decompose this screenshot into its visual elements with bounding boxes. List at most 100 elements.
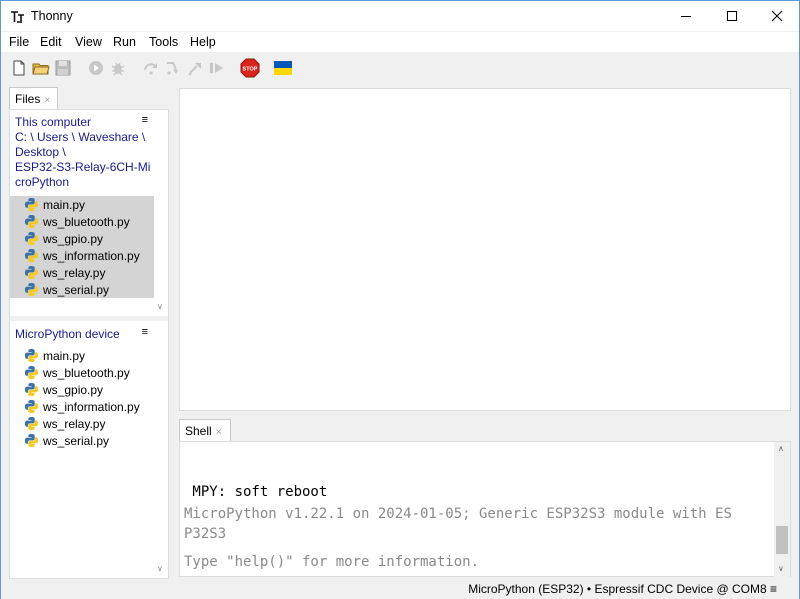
- device-menu-icon[interactable]: ≡: [142, 326, 148, 338]
- thonny-window: Thonny File Edit View Run Tools Help STO…: [0, 0, 800, 599]
- python-file-icon: [24, 214, 39, 229]
- list-item[interactable]: main.py: [10, 196, 154, 213]
- shell-scroll-thumb[interactable]: [776, 526, 788, 554]
- file-name: ws_relay.py: [43, 416, 106, 431]
- interpreter-status[interactable]: MicroPython (ESP32) • Espressif CDC Devi…: [468, 582, 777, 596]
- path-line-2[interactable]: Desktop \: [15, 145, 66, 159]
- python-file-icon: [24, 197, 39, 212]
- minimize-icon: [681, 16, 691, 17]
- menu-bar: File Edit View Run Tools Help: [1, 32, 799, 52]
- device-files-scrollbar[interactable]: ∨: [154, 321, 168, 578]
- scroll-down-icon[interactable]: ∨: [778, 564, 784, 573]
- python-file-icon: [24, 365, 39, 380]
- close-icon: [771, 10, 783, 22]
- toolbar: STOP: [1, 53, 799, 83]
- shell-output-line: P32S3: [184, 526, 227, 542]
- debug-icon[interactable]: [109, 59, 127, 77]
- file-name: ws_gpio.py: [43, 231, 104, 246]
- list-item[interactable]: ws_gpio.py: [10, 381, 154, 398]
- menu-tools[interactable]: Tools: [149, 35, 178, 49]
- shell-output-line: Type "help()" for more information.: [184, 554, 480, 570]
- python-file-icon: [24, 399, 39, 414]
- step-out-icon[interactable]: [186, 59, 204, 77]
- python-file-icon: [24, 382, 39, 397]
- device-file-list: main.py ws_bluetooth.py ws_gpio.py ws_in…: [10, 347, 154, 449]
- file-name: ws_bluetooth.py: [43, 214, 130, 229]
- close-button[interactable]: [754, 1, 800, 31]
- list-item[interactable]: ws_bluetooth.py: [10, 213, 154, 230]
- save-icon[interactable]: [54, 59, 72, 77]
- tab-shell-close-icon[interactable]: ×: [216, 427, 222, 438]
- file-name: ws_serial.py: [43, 282, 110, 297]
- shell-scrollbar[interactable]: ∧ ∨: [774, 442, 790, 578]
- tab-shell[interactable]: Shell ×: [179, 419, 231, 441]
- tab-files-close-icon[interactable]: ×: [44, 95, 50, 106]
- list-item[interactable]: ws_information.py: [10, 247, 154, 264]
- shell-panel[interactable]: MPY: soft reboot MicroPython v1.22.1 on …: [179, 441, 791, 578]
- menu-run[interactable]: Run: [113, 35, 136, 49]
- menu-file[interactable]: File: [9, 35, 29, 49]
- local-files-scrollbar[interactable]: ∨: [154, 110, 168, 316]
- device-title[interactable]: MicroPython device: [15, 327, 120, 341]
- open-file-icon[interactable]: [32, 59, 50, 77]
- list-item[interactable]: main.py: [10, 347, 154, 364]
- file-name: ws_serial.py: [43, 433, 110, 448]
- file-name: ws_relay.py: [43, 265, 106, 280]
- path-line-3[interactable]: ESP32-S3-Relay-6CH-Mi: [15, 160, 150, 174]
- shell-output-line: MicroPython v1.22.1 on 2024-01-05; Gener…: [184, 506, 732, 522]
- maximize-button[interactable]: [709, 1, 755, 31]
- scroll-down-icon[interactable]: ∨: [157, 302, 163, 311]
- file-name: ws_gpio.py: [43, 382, 104, 397]
- file-name: main.py: [43, 197, 86, 212]
- local-file-list: main.py ws_bluetooth.py ws_gpio.py ws_in…: [10, 196, 154, 298]
- flag-icon[interactable]: [274, 61, 292, 75]
- list-item[interactable]: ws_information.py: [10, 398, 154, 415]
- scroll-down-icon[interactable]: ∨: [157, 564, 163, 573]
- run-icon[interactable]: [87, 59, 105, 77]
- tab-files-label: Files: [15, 92, 41, 106]
- file-name: ws_information.py: [43, 399, 140, 414]
- list-item[interactable]: ws_relay.py: [10, 415, 154, 432]
- new-file-icon[interactable]: [10, 59, 28, 77]
- stop-label: STOP: [243, 67, 258, 73]
- menu-view[interactable]: View: [75, 35, 102, 49]
- list-item[interactable]: ws_relay.py: [10, 264, 154, 281]
- tab-shell-label: Shell: [185, 424, 212, 438]
- file-name: ws_bluetooth.py: [43, 365, 130, 380]
- scroll-up-icon[interactable]: ∧: [778, 444, 784, 453]
- python-file-icon: [24, 265, 39, 280]
- list-item[interactable]: ws_gpio.py: [10, 230, 154, 247]
- this-computer-menu-icon[interactable]: ≡: [142, 114, 148, 126]
- list-item[interactable]: ws_serial.py: [10, 432, 154, 449]
- shell-output-line: MPY: soft reboot: [184, 484, 328, 500]
- file-name: ws_information.py: [43, 248, 140, 263]
- maximize-icon: [727, 11, 737, 21]
- list-item[interactable]: ws_bluetooth.py: [10, 364, 154, 381]
- list-item[interactable]: ws_serial.py: [10, 281, 154, 298]
- files-panel: This computer ≡ C: \ Users \ Waveshare \…: [9, 109, 169, 579]
- python-file-icon: [24, 433, 39, 448]
- title-bar: Thonny: [1, 1, 799, 31]
- pane-divider[interactable]: [10, 316, 168, 321]
- window-title: Thonny: [31, 9, 73, 23]
- python-file-icon: [24, 282, 39, 297]
- menu-edit[interactable]: Edit: [40, 35, 62, 49]
- this-computer-title[interactable]: This computer: [15, 115, 91, 129]
- code-editor[interactable]: [179, 88, 791, 411]
- minimize-button[interactable]: [663, 1, 709, 31]
- python-file-icon: [24, 416, 39, 431]
- python-file-icon: [24, 231, 39, 246]
- path-line-1[interactable]: C: \ Users \ Waveshare \: [15, 130, 145, 144]
- resume-icon[interactable]: [208, 59, 226, 77]
- python-file-icon: [24, 348, 39, 363]
- step-into-icon[interactable]: [164, 59, 182, 77]
- menu-help[interactable]: Help: [190, 35, 216, 49]
- tab-files[interactable]: Files ×: [9, 87, 58, 109]
- thonny-logo-icon: [11, 11, 24, 23]
- step-over-icon[interactable]: [142, 59, 160, 77]
- file-name: main.py: [43, 348, 86, 363]
- python-file-icon: [24, 248, 39, 263]
- path-line-4[interactable]: croPython: [15, 175, 69, 189]
- status-bar: MicroPython (ESP32) • Espressif CDC Devi…: [1, 579, 799, 599]
- stop-icon[interactable]: STOP: [240, 58, 260, 78]
